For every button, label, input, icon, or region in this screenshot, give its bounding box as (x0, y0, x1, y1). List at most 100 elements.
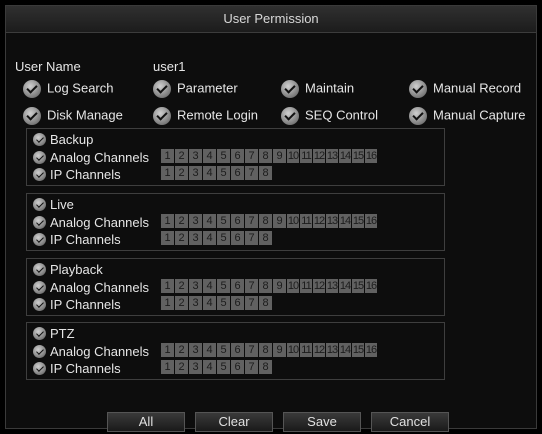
analog-channel-cell[interactable]: 10 (287, 149, 299, 163)
analog-channel-cell[interactable]: 7 (245, 343, 258, 357)
analog-channel-cell[interactable]: 11 (300, 214, 312, 228)
perm-log-search[interactable]: Log Search (23, 79, 114, 98)
analog-channel-cell[interactable]: 11 (300, 279, 312, 293)
ip-channel-cell[interactable]: 1 (161, 296, 174, 310)
analog-channel-cell[interactable]: 5 (217, 149, 230, 163)
analog-channel-cell[interactable]: 8 (259, 279, 272, 293)
ip-channel-cell[interactable]: 4 (203, 296, 216, 310)
analog-channel-cell[interactable]: 13 (326, 279, 338, 293)
ip-channel-cell[interactable]: 6 (231, 360, 244, 374)
clear-button[interactable]: Clear (195, 412, 273, 432)
analog-channel-cell[interactable]: 3 (189, 343, 202, 357)
ip-channel-cell[interactable]: 5 (217, 360, 230, 374)
ip-channel-cell[interactable]: 4 (203, 166, 216, 180)
analog-channel-cell[interactable]: 14 (339, 343, 351, 357)
analog-channel-cell[interactable]: 1 (161, 214, 174, 228)
analog-channel-cell[interactable]: 16 (365, 214, 377, 228)
ip-channel-cell[interactable]: 2 (175, 360, 188, 374)
analog-channel-cell[interactable]: 1 (161, 279, 174, 293)
analog-channel-cell[interactable]: 12 (313, 149, 325, 163)
analog-channel-cell[interactable]: 7 (245, 279, 258, 293)
ip-channel-cell[interactable]: 3 (189, 231, 202, 245)
ip-channel-cell[interactable]: 7 (245, 360, 258, 374)
ip-channel-cell[interactable]: 3 (189, 296, 202, 310)
analog-channel-cell[interactable]: 15 (352, 343, 364, 357)
analog-channel-cell[interactable]: 6 (231, 343, 244, 357)
analog-channel-cell[interactable]: 13 (326, 214, 338, 228)
analog-channel-cell[interactable]: 8 (259, 214, 272, 228)
analog-channel-cell[interactable]: 2 (175, 279, 188, 293)
ip-channel-cell[interactable]: 1 (161, 231, 174, 245)
analog-channel-cell[interactable]: 7 (245, 214, 258, 228)
analog-channel-cell[interactable]: 16 (365, 149, 377, 163)
analog-channel-cell[interactable]: 10 (287, 214, 299, 228)
ip-channel-cell[interactable]: 3 (189, 360, 202, 374)
analog-channel-cell[interactable]: 3 (189, 279, 202, 293)
perm-remote-login[interactable]: Remote Login (153, 106, 258, 125)
analog-channel-cell[interactable]: 4 (203, 149, 216, 163)
ip-channel-cell[interactable]: 7 (245, 166, 258, 180)
analog-channel-cell[interactable]: 6 (231, 214, 244, 228)
analog-channel-cell[interactable]: 6 (231, 149, 244, 163)
ip-channel-cell[interactable]: 6 (231, 231, 244, 245)
analog-channel-cell[interactable]: 14 (339, 214, 351, 228)
analog-channel-cell[interactable]: 16 (365, 279, 377, 293)
analog-channel-cell[interactable]: 5 (217, 214, 230, 228)
perm-disk-manage[interactable]: Disk Manage (23, 106, 123, 125)
ip-channel-cell[interactable]: 5 (217, 296, 230, 310)
analog-channel-cell[interactable]: 14 (339, 279, 351, 293)
analog-channel-cell[interactable]: 2 (175, 149, 188, 163)
ip-channel-cell[interactable]: 2 (175, 166, 188, 180)
analog-channel-cell[interactable]: 5 (217, 343, 230, 357)
analog-channel-cell[interactable]: 12 (313, 214, 325, 228)
analog-channel-cell[interactable]: 10 (287, 343, 299, 357)
save-button[interactable]: Save (283, 412, 361, 432)
analog-channel-cell[interactable]: 3 (189, 214, 202, 228)
cancel-button[interactable]: Cancel (371, 412, 449, 432)
ip-channel-cell[interactable]: 3 (189, 166, 202, 180)
analog-channel-cell[interactable]: 2 (175, 214, 188, 228)
analog-channel-cell[interactable]: 13 (326, 343, 338, 357)
ip-channel-cell[interactable]: 8 (259, 166, 272, 180)
analog-channel-cell[interactable]: 4 (203, 343, 216, 357)
ip-channel-cell[interactable]: 7 (245, 231, 258, 245)
analog-channel-cell[interactable]: 12 (313, 279, 325, 293)
analog-channel-cell[interactable]: 10 (287, 279, 299, 293)
analog-channel-cell[interactable]: 1 (161, 343, 174, 357)
ip-channel-cell[interactable]: 2 (175, 296, 188, 310)
ip-channels-row[interactable]: IP Channels (33, 166, 121, 182)
analog-channel-cell[interactable]: 5 (217, 279, 230, 293)
analog-channels-row[interactable]: Analog Channels (33, 214, 149, 230)
ip-channels-row[interactable]: IP Channels (33, 231, 121, 247)
analog-channel-cell[interactable]: 8 (259, 149, 272, 163)
analog-channel-cell[interactable]: 8 (259, 343, 272, 357)
group-title-row[interactable]: Playback (33, 261, 103, 277)
analog-channel-cell[interactable]: 4 (203, 279, 216, 293)
ip-channel-cell[interactable]: 1 (161, 360, 174, 374)
analog-channel-cell[interactable]: 9 (273, 214, 286, 228)
perm-maintain[interactable]: Maintain (281, 79, 354, 98)
perm-manual-capture[interactable]: Manual Capture (409, 106, 526, 125)
ip-channel-cell[interactable]: 1 (161, 166, 174, 180)
analog-channel-cell[interactable]: 15 (352, 279, 364, 293)
ip-channel-cell[interactable]: 7 (245, 296, 258, 310)
analog-channel-cell[interactable]: 11 (300, 343, 312, 357)
group-title-row[interactable]: PTZ (33, 325, 75, 341)
analog-channel-cell[interactable]: 15 (352, 149, 364, 163)
analog-channel-cell[interactable]: 9 (273, 343, 286, 357)
group-title-row[interactable]: Backup (33, 131, 93, 147)
analog-channel-cell[interactable]: 11 (300, 149, 312, 163)
perm-parameter[interactable]: Parameter (153, 79, 238, 98)
ip-channels-row[interactable]: IP Channels (33, 296, 121, 312)
analog-channel-cell[interactable]: 7 (245, 149, 258, 163)
analog-channel-cell[interactable]: 16 (365, 343, 377, 357)
analog-channels-row[interactable]: Analog Channels (33, 149, 149, 165)
perm-seq-control[interactable]: SEQ Control (281, 106, 378, 125)
analog-channels-row[interactable]: Analog Channels (33, 279, 149, 295)
analog-channel-cell[interactable]: 1 (161, 149, 174, 163)
analog-channel-cell[interactable]: 3 (189, 149, 202, 163)
all-button[interactable]: All (107, 412, 185, 432)
analog-channel-cell[interactable]: 9 (273, 279, 286, 293)
ip-channel-cell[interactable]: 8 (259, 231, 272, 245)
ip-channel-cell[interactable]: 6 (231, 166, 244, 180)
